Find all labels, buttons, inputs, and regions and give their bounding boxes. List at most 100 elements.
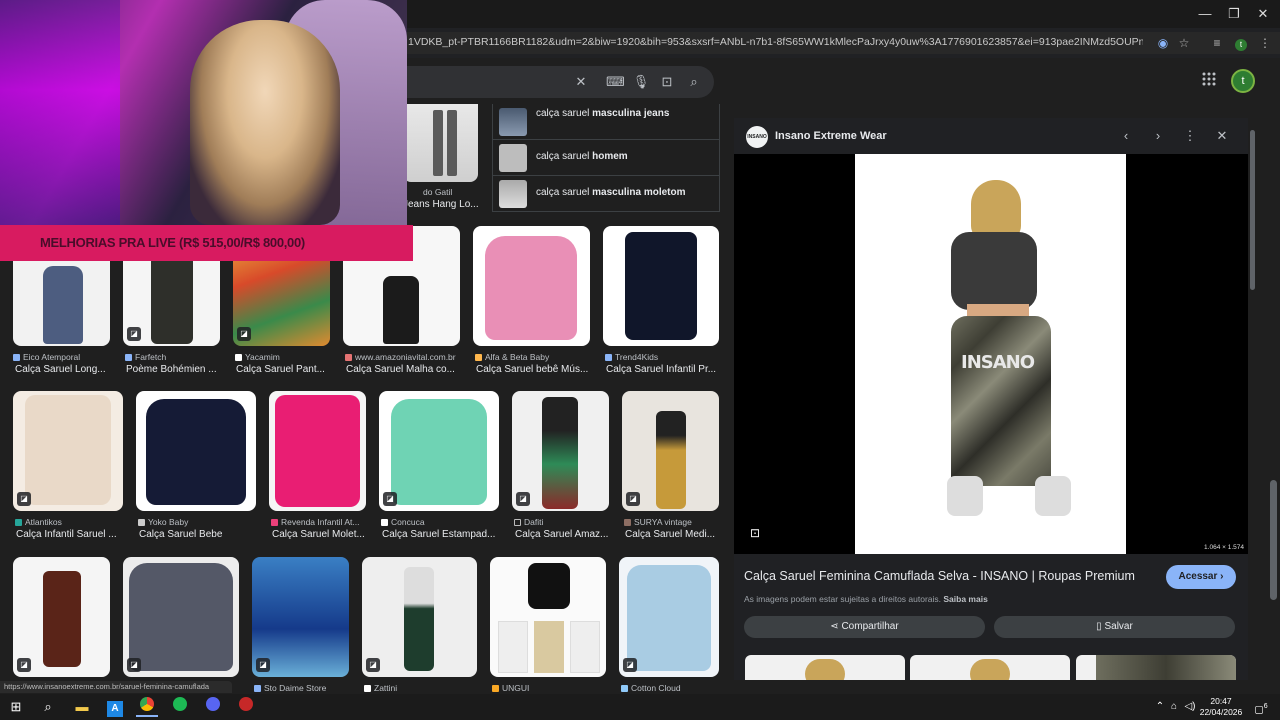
save-button[interactable]: ▯ Salvar — [994, 616, 1235, 638]
lens-search-icon[interactable]: ⊡ — [658, 73, 676, 91]
source-favicon — [15, 519, 22, 527]
preview-image-area[interactable]: INSANO ⊡ 1.064 × 1.574 — [734, 154, 1248, 554]
suggestion-thumbnail — [499, 144, 527, 172]
clock-time[interactable]: 20:47 — [1198, 696, 1244, 706]
clear-search-icon[interactable]: ✕ — [572, 73, 590, 91]
image-thumbnail[interactable]: ◪ — [512, 391, 609, 511]
video-badge-icon: ◪ — [17, 658, 31, 672]
image-thumbnail[interactable]: ◪ — [619, 557, 719, 677]
image-preview-panel: INSANO Insano Extreme Wear ‹ › ⋮ ✕ INSAN… — [734, 118, 1248, 680]
image-source: www.amazoniavital.com.br — [355, 352, 456, 362]
source-favicon — [125, 354, 132, 362]
image-title[interactable]: Calça Saruel Medi... — [625, 529, 721, 540]
bookmark-star-icon[interactable]: ☆ — [1175, 34, 1193, 52]
image-source: Atlantikos — [25, 517, 62, 527]
eye-off-icon[interactable]: ◉ — [1154, 34, 1172, 52]
lens-icon[interactable]: ⊡ — [750, 526, 764, 540]
related-image[interactable] — [1076, 655, 1236, 680]
clock-date[interactable]: 22/04/2026 — [1198, 707, 1244, 717]
image-title[interactable]: Calça Saruel Amaz... — [515, 529, 611, 540]
image-title[interactable]: Calça Saruel Pant... — [236, 364, 333, 375]
share-button[interactable]: ⋖ Compartilhar — [744, 616, 985, 638]
previous-icon[interactable]: ‹ — [1118, 128, 1134, 144]
image-source: Yoko Baby — [148, 517, 189, 527]
site-name[interactable]: Insano Extreme Wear — [775, 130, 887, 142]
image-thumbnail[interactable]: ◪ — [13, 391, 123, 511]
visit-button[interactable]: Acessar › — [1166, 565, 1236, 589]
address-bar[interactable]: 1VDKB_pt-PTBR1166BR1182&udm=2&biw=1920&b… — [400, 32, 1280, 54]
image-thumbnail[interactable] — [269, 391, 366, 511]
account-avatar[interactable]: t — [1231, 69, 1255, 93]
image-title[interactable]: Calça Saruel Feminina Camuflada Selva - … — [744, 569, 1135, 583]
obs-icon[interactable] — [235, 697, 257, 717]
image-thumbnail[interactable] — [473, 226, 590, 346]
media-control-icon[interactable]: ≡ — [1208, 34, 1226, 52]
image-title[interactable]: Calça Infantil Saruel ... — [16, 529, 124, 540]
image-thumbnail[interactable] — [490, 557, 606, 677]
image-title[interactable]: Calça Saruel Long... — [15, 364, 113, 375]
suggestion-item[interactable]: calça saruel masculina moletom — [493, 176, 719, 212]
image-thumbnail[interactable]: ◪ — [13, 557, 110, 677]
video-badge-icon: ◪ — [17, 492, 31, 506]
preview-image[interactable]: INSANO — [855, 154, 1126, 554]
video-badge-icon: ◪ — [127, 658, 141, 672]
image-title[interactable]: Calça Saruel Molet... — [272, 529, 368, 540]
search-taskbar-icon[interactable]: ⌕ — [37, 697, 59, 717]
image-dimensions: 1.064 × 1.574 — [1204, 544, 1244, 551]
learn-more-link[interactable]: Saiba mais — [943, 594, 987, 604]
close-icon[interactable]: ✕ — [1214, 128, 1230, 144]
more-options-icon[interactable]: ⋮ — [1182, 128, 1198, 144]
image-card-partial[interactable]: do Gatil Jeans Hang Lo... — [395, 104, 478, 212]
browser-menu-icon[interactable]: ⋮ — [1256, 34, 1274, 52]
image-source: Yacamim — [245, 352, 280, 362]
image-thumbnail[interactable] — [603, 226, 719, 346]
image-thumbnail[interactable]: ◪ — [123, 557, 239, 677]
search-icon[interactable]: ⌕ — [685, 73, 703, 91]
image-thumbnail[interactable]: ◪ — [622, 391, 719, 511]
keyboard-icon[interactable]: ⌨ — [606, 73, 625, 91]
url-text[interactable]: 1VDKB_pt-PTBR1166BR1182&udm=2&biw=1920&b… — [408, 36, 1143, 48]
suggestion-bold: homem — [592, 151, 628, 162]
image-thumbnail[interactable] — [403, 104, 478, 182]
discord-icon[interactable] — [202, 697, 224, 717]
microphone-icon[interactable]: 🎙 — [632, 73, 650, 91]
page-scrollbar-thumb[interactable] — [1270, 480, 1277, 600]
profile-icon[interactable]: t — [1232, 34, 1250, 52]
apps-grid-icon[interactable] — [1202, 72, 1220, 90]
panel-scrollbar[interactable] — [1250, 130, 1255, 290]
spotify-icon[interactable] — [169, 697, 191, 717]
windows-start-icon[interactable]: ⊞ — [5, 697, 27, 717]
notifications-icon[interactable]: ▢6 — [1250, 697, 1272, 717]
image-title[interactable]: Calça Saruel Estampad... — [382, 529, 500, 540]
image-thumbnail[interactable]: ◪ — [379, 391, 499, 511]
image-title[interactable]: Calça Saruel Malha co... — [346, 364, 464, 375]
image-title[interactable]: Jeans Hang Lo... — [403, 199, 478, 210]
next-icon[interactable]: › — [1150, 128, 1166, 144]
image-source: Revenda Infantil At... — [281, 517, 360, 527]
related-image[interactable] — [745, 655, 905, 680]
source-favicon — [492, 685, 499, 693]
source-favicon — [475, 354, 482, 362]
file-explorer-icon[interactable]: ▬ — [71, 697, 93, 717]
image-source: Farfetch — [135, 352, 167, 362]
image-title[interactable]: Calça Saruel Infantil Pr... — [606, 364, 720, 375]
image-title[interactable]: Poème Bohémien ... — [126, 364, 223, 375]
close-window-icon[interactable]: ✕ — [1248, 4, 1278, 24]
share-label: Compartilhar — [841, 621, 899, 632]
image-title[interactable]: Calça Saruel bebê Mús... — [476, 364, 591, 375]
related-image[interactable] — [910, 655, 1070, 680]
chrome-icon[interactable] — [136, 697, 158, 717]
image-thumbnail[interactable] — [136, 391, 256, 511]
minimize-icon[interactable]: — — [1190, 4, 1220, 24]
restore-icon[interactable]: ❐ — [1219, 4, 1249, 24]
pants-print-text: INSANO — [961, 352, 1035, 373]
source-favicon — [364, 685, 371, 693]
page-scrollbar-track[interactable] — [1268, 104, 1280, 694]
app-icon[interactable]: A — [104, 697, 126, 717]
suggestion-item[interactable]: calça saruel homem — [493, 140, 719, 176]
image-thumbnail[interactable]: ◪ — [362, 557, 477, 677]
video-badge-icon: ◪ — [237, 327, 251, 341]
suggestion-item[interactable]: calça saruel masculina jeans — [493, 104, 719, 140]
image-thumbnail[interactable]: ◪ — [252, 557, 349, 677]
image-title[interactable]: Calça Saruel Bebe — [139, 529, 257, 540]
